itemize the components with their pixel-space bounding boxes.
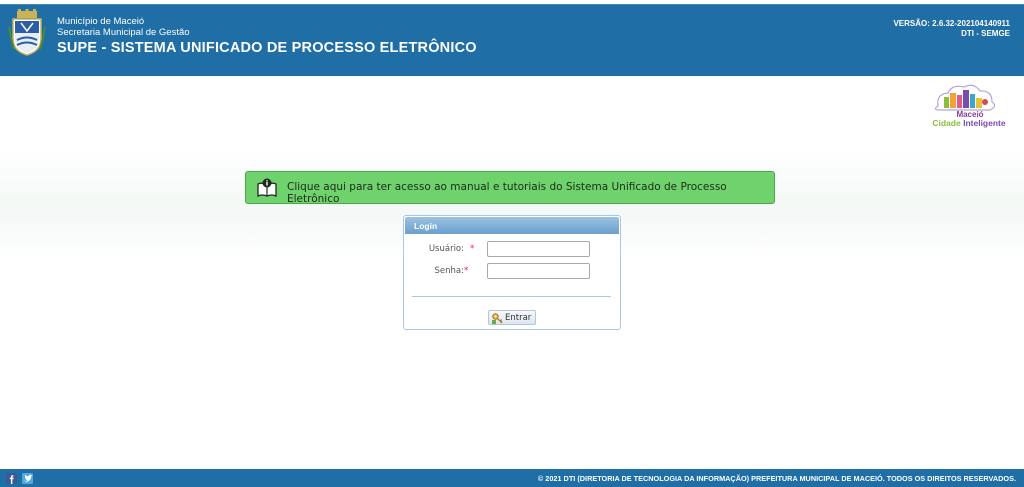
username-required-marker: * <box>470 244 475 254</box>
version-number: VERSÃO: 2.6.32-202104140911 <box>893 19 1010 28</box>
top-header: Município de Maceió Secretaria Municipal… <box>0 4 1024 76</box>
city-logo-word-cidade: Cidade <box>932 118 961 128</box>
key-icon <box>492 313 503 324</box>
org-department: Secretaria Municipal de Gestão <box>57 27 190 38</box>
login-divider <box>412 296 611 297</box>
password-input[interactable] <box>487 263 590 279</box>
copyright-text: © 2021 DTI (DIRETORIA DE TECNOLOGIA DA I… <box>537 474 1016 483</box>
footer: © 2021 DTI (DIRETORIA DE TECNOLOGIA DA I… <box>0 469 1024 487</box>
twitter-icon[interactable] <box>22 473 33 484</box>
org-name: Município de Maceió <box>57 16 145 27</box>
login-panel: Login Usuário: * Senha: * Entrar <box>403 215 621 330</box>
city-crest-icon <box>8 9 46 56</box>
version-info: VERSÃO: 2.6.32-202104140911 DTI - SEMGE <box>893 19 1010 39</box>
enter-button-label: Entrar <box>505 313 532 323</box>
login-panel-header: Login <box>405 217 619 234</box>
book-info-icon <box>257 178 277 198</box>
manual-banner-text: Clique aqui para ter acesso ao manual e … <box>287 181 727 205</box>
enter-button[interactable]: Entrar <box>488 310 536 325</box>
department-code: DTI - SEMGE <box>961 29 1010 38</box>
password-required-marker: * <box>464 266 469 276</box>
city-logo-word-inteligente: Inteligente <box>963 118 1006 128</box>
login-title: Login <box>414 221 438 231</box>
password-label: Senha: <box>434 266 464 276</box>
username-label: Usuário: <box>428 244 464 254</box>
username-input[interactable] <box>487 241 590 257</box>
manual-tutorial-banner[interactable]: Clique aqui para ter acesso ao manual e … <box>245 171 775 205</box>
city-logo-line2: Cidade Inteligente <box>928 118 1010 128</box>
facebook-icon[interactable] <box>6 473 17 484</box>
system-title: SUPE - SISTEMA UNIFICADO DE PROCESSO ELE… <box>57 40 477 56</box>
